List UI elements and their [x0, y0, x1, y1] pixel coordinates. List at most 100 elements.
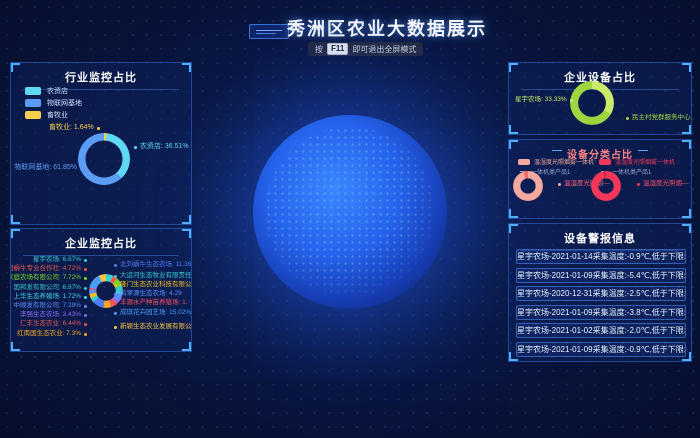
label-dot [84, 277, 87, 280]
label-dot [84, 333, 87, 336]
chart-label: 上华生态养殖场: 1.72% [13, 293, 87, 301]
label-text: 大运河生态牧业有限责任公 [120, 272, 192, 280]
alarm-row: 星宇农场-2021-01-09采集温度:-3.8℃,低于下限:0℃ [516, 305, 686, 320]
chart-label: 星宇农场: 33.33% [515, 96, 573, 104]
legend-item: 农资店 [25, 86, 68, 96]
hint-prefix: 按 [315, 44, 323, 55]
chart-label: 北刘蜗牛生态农场: 11.36% [114, 261, 192, 269]
legend-item: 畜牧业 [25, 110, 68, 120]
label-dot [114, 293, 117, 296]
label-dot [114, 312, 117, 315]
device-donut-left [513, 171, 543, 201]
chart-label: 红南国生态农业: 7.3% [17, 330, 87, 338]
panel-equipment-ratio: 企业设备占比 星宇农场: 33.33% 民主村党群服务中心: [508, 62, 692, 135]
legend-label: 一体机类产品1 [612, 167, 651, 176]
label-text: 星宇农场: 33.33% [515, 96, 567, 104]
label-dot [84, 323, 87, 326]
dashboard: 秀洲区农业大数据展示 按 F11 即可退出全屏模式 行业监控占比 农资店 物联网… [0, 0, 700, 438]
label-dot [114, 302, 117, 305]
equipment-donut-chart [570, 81, 614, 125]
label-text: 红阳蜗牛专业合作社: 4.72% [10, 265, 81, 273]
chart-label: 成琪花卉园艺场: 15.02% [114, 309, 191, 317]
legend-label: 温湿度光照烟雾一体机 [615, 157, 675, 166]
label-dot [637, 183, 640, 186]
enterprise-panel-title: 企业监控占比 [23, 235, 179, 256]
brand-logo [249, 24, 289, 39]
panel-enterprise-monitor: 企业监控占比 星宇农场: 6.87% 红阳蜗牛专业合作社: 4.72% 家庭农场… [10, 228, 192, 352]
chart-label: 仁丰生态农业: 6.44% [20, 320, 87, 328]
legend-label: 畜牧业 [47, 110, 68, 120]
legend-item: 温湿度光照烟雾一体机 [518, 157, 594, 166]
legend-swatch [599, 159, 611, 165]
label-text: 成琪花卉园艺场: 15.02% [120, 309, 191, 317]
legend-swatch [25, 87, 41, 95]
globe-visual [253, 115, 447, 309]
label-dot [84, 296, 87, 299]
label-text: 畜牧业: 1.64% [49, 124, 94, 132]
page-title: 秀洲区农业大数据展示 [287, 15, 487, 41]
alarm-panel-title: 设备警报信息 [521, 230, 679, 251]
label-text: 红南国生态农业: 7.3% [17, 330, 81, 338]
chart-label: 丰源水产种苗养殖场: 1. [114, 299, 188, 307]
chart-label: 民主村党群服务中心: [626, 114, 692, 122]
chart-label: 隆门生态农业科技有限公 [114, 281, 192, 289]
chart-label: 国邦发有限公司: 6.87% [13, 284, 87, 292]
f11-keycap: F11 [327, 43, 348, 55]
label-text: 上华生态养殖场: 1.72% [13, 293, 81, 301]
label-text: 家庭农场有限公司: 7.72% [10, 274, 81, 282]
label-text: 物联网基地: 61.85% [14, 164, 77, 172]
label-dot [80, 167, 83, 170]
panel-industry-monitor: 行业监控占比 农资店 物联网基地 畜牧业 畜牧业: 1.64% 农资店: 36.… [10, 62, 192, 225]
industry-donut-chart [78, 133, 130, 185]
label-dot [84, 287, 87, 290]
label-dot [84, 259, 87, 262]
legend-swatch [518, 159, 530, 165]
label-dot [84, 268, 87, 271]
chart-label: 畜牧业: 1.64% [49, 124, 100, 132]
chart-label: 家庭农场有限公司: 7.72% [10, 274, 87, 282]
label-text: 星宇农场: 6.87% [33, 256, 81, 264]
label-text: 温湿度光照烟— [643, 180, 689, 188]
label-text: 隆门生态农业科技有限公 [120, 281, 192, 289]
label-dot [114, 264, 117, 267]
chart-label: 温湿度光照烟— [637, 180, 689, 188]
legend-item: 物联网基地 [25, 98, 82, 108]
label-dot [114, 326, 117, 329]
label-dot [97, 127, 100, 130]
label-text: 新颖生态农业发展有限公司: 6.87 [120, 323, 192, 331]
chart-label: 中顺发有限公司: 7.29% [13, 302, 87, 310]
chart-label: 鸣翠源生态农场: 4.29 [114, 290, 182, 298]
alarm-row: 星宇农场-2021-01-14采集温度:-0.9℃,低于下限:0℃ [516, 249, 686, 264]
label-dot [84, 305, 87, 308]
label-text: 农资店: 36.51% [140, 143, 189, 151]
chart-label: 红阳蜗牛专业合作社: 4.72% [10, 265, 87, 273]
label-text: 民主村党群服务中心: [632, 114, 692, 122]
title-decoration [552, 150, 562, 156]
fullscreen-hint: 按 F11 即可退出全屏模式 [308, 42, 423, 56]
label-text: 国邦发有限公司: 6.87% [13, 284, 81, 292]
label-dot [626, 117, 629, 120]
label-dot [558, 183, 561, 186]
globe-dots-texture [265, 127, 436, 298]
label-dot [84, 314, 87, 317]
label-text: 中顺发有限公司: 7.29% [13, 302, 81, 310]
panel-device-classification: 设备分类占比 温湿度光照烟雾一体机 一体机类产品1 温湿度光照烟— 温湿度光照烟… [508, 139, 692, 219]
label-text: 仁丰生态农业: 6.44% [20, 320, 81, 328]
legend-label: 农资店 [47, 86, 68, 96]
chart-label: 新颖生态农业发展有限公司: 6.87 [114, 323, 192, 331]
legend-item: 温湿度光照烟雾一体机 [599, 157, 675, 166]
alarm-row: 星宇农场-2021-01-09采集温度:-5.4℃,低于下限:0℃ [516, 268, 686, 283]
legend-label: 物联网基地 [47, 98, 82, 108]
chart-label: 星宇农场: 6.87% [33, 256, 87, 264]
label-text: 丰源水产种苗养殖场: 1. [120, 299, 188, 307]
label-text: 北刘蜗牛生态农场: 11.36% [120, 261, 192, 269]
chart-label: 农资店: 36.51% [134, 143, 189, 151]
chart-label: 大运河生态牧业有限责任公 [114, 272, 192, 280]
label-dot [134, 146, 137, 149]
title-decoration [638, 150, 648, 156]
alarm-row: 星宇农场-2021-01-02采集温度:-2.0℃,低于下限:0℃ [516, 323, 686, 338]
label-dot [570, 99, 573, 102]
legend-label: 温湿度光照烟雾一体机 [534, 157, 594, 166]
legend-swatch [25, 111, 41, 119]
label-text: 鸣翠源生态农场: 4.29 [120, 290, 182, 298]
